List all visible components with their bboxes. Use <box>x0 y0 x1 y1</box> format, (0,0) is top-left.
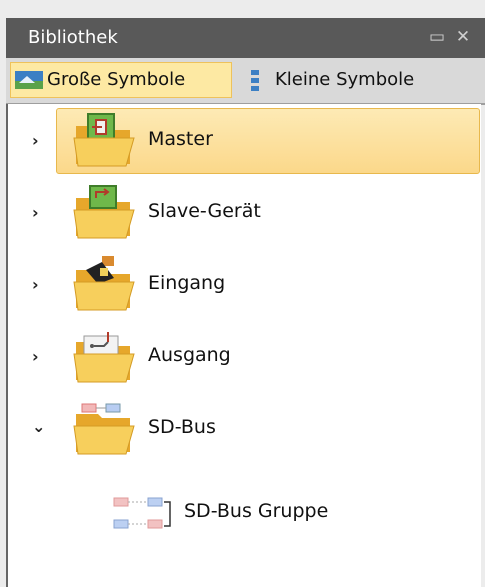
view-toolbar: Große Symbole Kleine Symbole <box>6 58 485 105</box>
tree-item-output[interactable]: › Ausgang <box>8 320 481 392</box>
tree-item-label: SD-Bus <box>148 416 216 438</box>
small-icons-label: Kleine Symbole <box>275 69 415 90</box>
library-tree: › Master › Slave-Gerät › Eingang › Ausga… <box>6 104 481 587</box>
small-icons-icon <box>251 70 259 91</box>
tree-item-label: Slave-Gerät <box>148 200 261 222</box>
tree-item-input[interactable]: › Eingang <box>8 248 481 320</box>
large-icons-icon <box>15 71 43 89</box>
collapse-arrow-icon[interactable]: ⌄ <box>32 419 46 435</box>
library-panel: Bibliothek ▭ ✕ Große Symbole Kleine Symb… <box>0 0 485 587</box>
large-icons-label: Große Symbole <box>47 69 186 90</box>
slave-folder-icon <box>73 185 135 239</box>
tree-item-master[interactable]: › Master <box>8 104 481 176</box>
panel-header: Bibliothek ▭ ✕ <box>6 18 485 58</box>
master-folder-icon <box>73 113 135 167</box>
tree-item-label: Eingang <box>148 272 226 294</box>
sd-bus-folder-icon <box>73 403 135 455</box>
panel-title: Bibliothek <box>28 27 118 48</box>
expand-arrow-icon[interactable]: › <box>32 133 46 149</box>
tree-item-label: Ausgang <box>148 344 231 366</box>
tree-item-label: Master <box>148 128 213 150</box>
tree-item-label: SD-Bus Gruppe <box>184 500 329 522</box>
expand-arrow-icon[interactable]: › <box>32 349 46 365</box>
small-icons-button[interactable]: Kleine Symbole <box>238 62 478 98</box>
sd-bus-group-icon <box>113 497 171 529</box>
restore-icon[interactable]: ▭ <box>426 26 448 48</box>
expand-arrow-icon[interactable]: › <box>32 277 46 293</box>
large-icons-button[interactable]: Große Symbole <box>10 62 232 98</box>
input-folder-icon <box>73 256 135 311</box>
tree-item-slave-device[interactable]: › Slave-Gerät <box>8 176 481 248</box>
output-folder-icon <box>73 332 135 383</box>
expand-arrow-icon[interactable]: › <box>32 205 46 221</box>
tree-item-sd-bus-group[interactable]: SD-Bus Gruppe <box>8 480 481 552</box>
tree-item-sd-bus[interactable]: ⌄ SD-Bus <box>8 392 481 464</box>
close-icon[interactable]: ✕ <box>452 26 474 48</box>
